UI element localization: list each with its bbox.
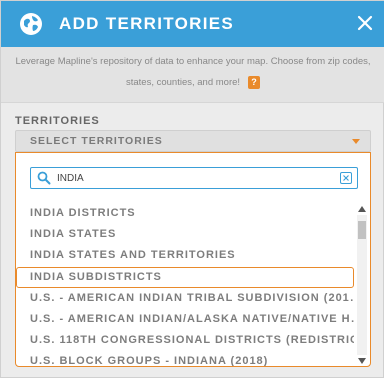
description-line-2-text: states, counties, and more! (125, 77, 241, 88)
description-line-2: states, counties, and more!? (1, 72, 384, 93)
description: Leverage Mapline's repository of data to… (1, 47, 384, 103)
scroll-thumb[interactable] (358, 221, 366, 239)
list-item[interactable]: INDIA DISTRICTS (16, 203, 354, 224)
territories-select-placeholder: SELECT TERRITORIES (30, 135, 163, 147)
clear-icon[interactable] (340, 172, 352, 184)
description-line-1: Leverage Mapline's repository of data to… (15, 56, 371, 67)
modal-title: ADD TERRITORIES (59, 14, 235, 33)
list-item[interactable]: INDIA STATES (16, 224, 354, 245)
search-icon (37, 171, 51, 185)
list-item-selected[interactable]: INDIA SUBDISTRICTS (16, 267, 354, 288)
results-list: INDIA DISTRICTS INDIA STATES INDIA STATE… (16, 203, 354, 366)
caret-down-icon (352, 139, 360, 144)
search-box (30, 167, 358, 189)
modal-header: ADD TERRITORIES (1, 1, 384, 47)
add-territories-modal: ADD TERRITORIES Leverage Mapline's repos… (0, 0, 384, 378)
help-icon[interactable]: ? (248, 75, 261, 89)
territories-dropdown: INDIA DISTRICTS INDIA STATES INDIA STATE… (15, 152, 371, 367)
globe-icon (20, 13, 42, 35)
list-item[interactable]: U.S. - AMERICAN INDIAN TRIBAL SUBDIVISIO… (16, 288, 354, 309)
list-item[interactable]: INDIA STATES AND TERRITORIES (16, 245, 354, 266)
scrollbar[interactable] (357, 205, 367, 365)
list-item[interactable]: U.S. - AMERICAN INDIAN/ALASKA NATIVE/NAT… (16, 309, 354, 330)
territories-select[interactable]: SELECT TERRITORIES (15, 130, 371, 152)
scroll-down-arrow-icon[interactable] (358, 358, 366, 364)
close-icon[interactable] (357, 15, 373, 31)
list-item[interactable]: U.S. BLOCK GROUPS - INDIANA (2018) (16, 351, 354, 366)
scroll-up-arrow-icon[interactable] (358, 206, 366, 212)
list-item[interactable]: U.S. 118TH CONGRESSIONAL DISTRICTS (REDI… (16, 330, 354, 351)
scroll-track[interactable] (357, 215, 367, 355)
territories-label: TERRITORIES (15, 115, 100, 127)
search-input[interactable] (57, 170, 327, 186)
